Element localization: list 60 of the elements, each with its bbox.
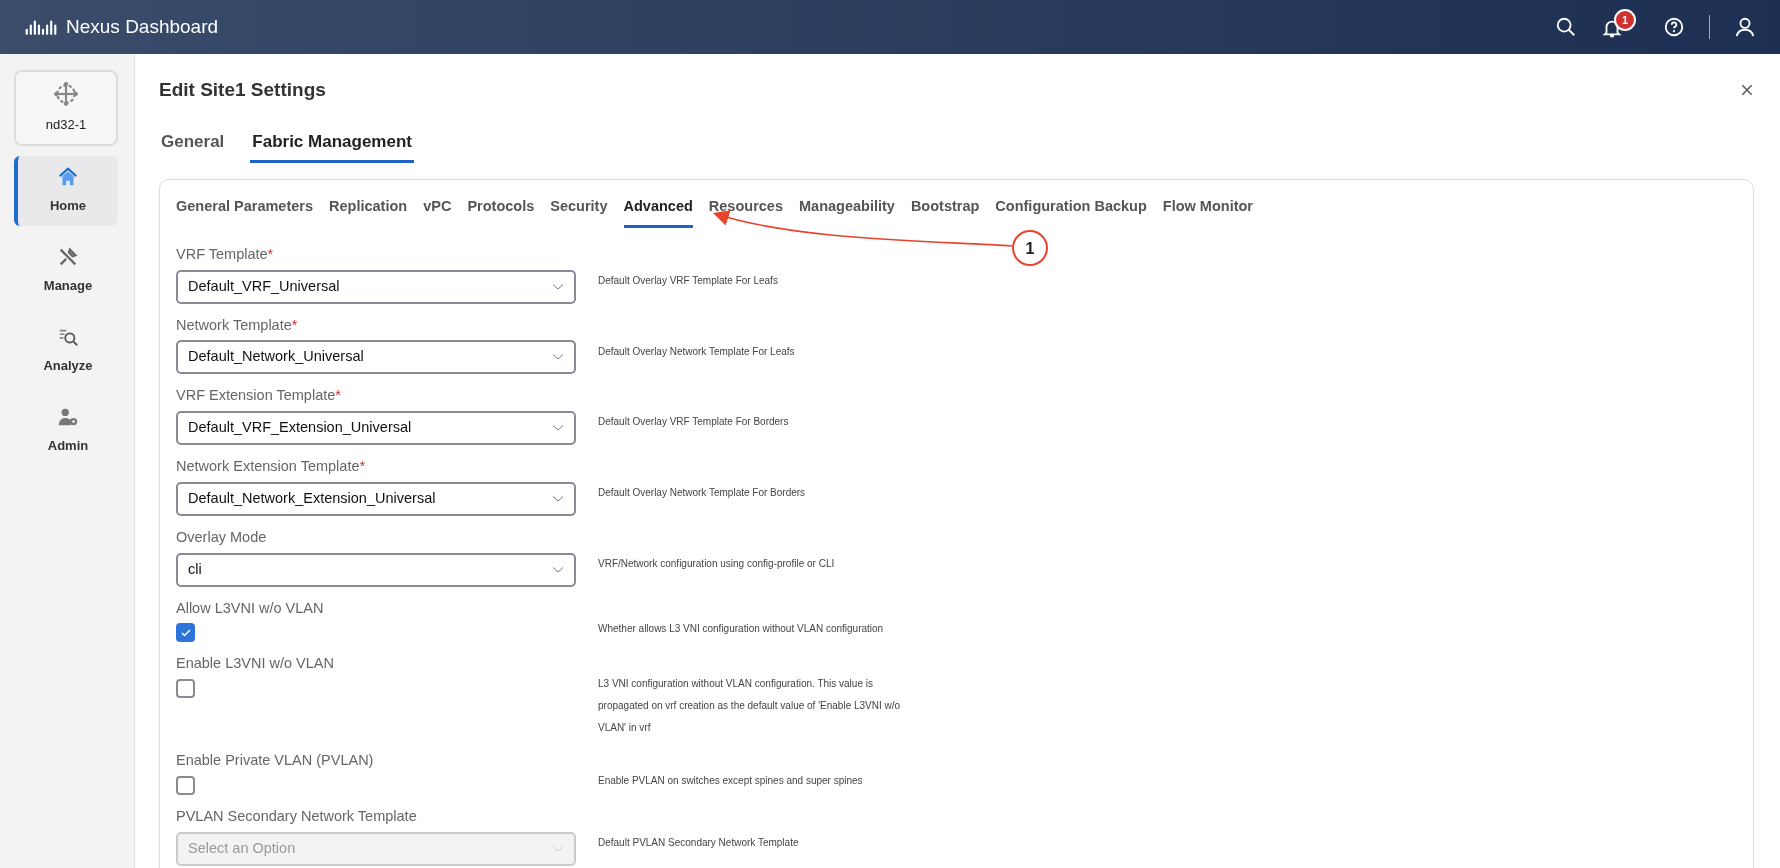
tab[interactable]: vPC: [423, 196, 452, 228]
tab[interactable]: Advanced: [623, 196, 693, 228]
help-text: VRF/Network configuration using config-profile or CLI: [598, 556, 836, 571]
help-text: Default Overlay VRF Template For Leafs: [598, 273, 779, 288]
help-text: Enable PVLAN on switches except spines and super spines: [598, 774, 864, 789]
help-text: Default PVLAN Secondary Network Template: [598, 836, 800, 850]
tab[interactable]: Bootstrap: [910, 196, 980, 228]
tab[interactable]: Manageability: [799, 196, 895, 228]
help-text: Whether allows L3 VNI configuration without VLAN configuration: [598, 621, 885, 636]
select-field[interactable]: Default_VRF_Universal: [176, 269, 576, 304]
help-text: L3 VNI configuration without VLAN configuration. This value is propagated on vrf creation as the default value of 'Enable L3VNI w/o VLAN' in vrf: [598, 677, 902, 736]
tab[interactable]: General Parameters: [176, 196, 314, 228]
help-text: Default Overlay Network Template For Leafs: [598, 344, 796, 359]
field-label: VRF Extension Template*: [176, 386, 342, 406]
user-icon[interactable]: [1734, 16, 1756, 38]
tab[interactable]: Protocols: [467, 196, 535, 228]
product-name: Nexus Dashboard: [66, 14, 219, 39]
checkbox[interactable]: [176, 776, 195, 795]
select-field[interactable]: cli: [176, 552, 576, 587]
checkbox[interactable]: [176, 623, 195, 643]
tab[interactable]: Fabric Management: [250, 128, 414, 163]
callout-marker: 1: [1012, 230, 1048, 266]
check-icon: [179, 626, 192, 639]
sidebar-item[interactable]: Admin: [14, 396, 118, 466]
field-label: Network Extension Template*: [176, 457, 367, 476]
chevron-icon: [552, 844, 564, 853]
chevron-icon: [552, 353, 564, 362]
tab[interactable]: Flow Monitor: [1162, 196, 1253, 228]
search-icon[interactable]: [1555, 16, 1577, 38]
help-icon[interactable]: [1663, 16, 1685, 38]
help-text: Default Overlay VRF Template For Borders: [598, 415, 790, 430]
sidebar-item[interactable]: Manage: [14, 236, 118, 306]
sidebar-item[interactable]: Home: [14, 156, 118, 226]
site-card[interactable]: nd32-1: [14, 70, 118, 146]
tab[interactable]: Resources: [708, 196, 783, 228]
field-label: Allow L3VNI w/o VLAN: [176, 598, 325, 618]
chevron-icon: [552, 424, 564, 432]
help-text: Default Overlay Network Template For Borders: [598, 486, 807, 500]
tab[interactable]: General: [159, 128, 227, 163]
tab[interactable]: Replication: [329, 196, 408, 228]
field-label: VRF Template*: [176, 244, 275, 264]
field-label: Network Template*: [176, 315, 299, 335]
select-field[interactable]: Default_Network_Universal: [176, 340, 576, 375]
field-label: Enable L3VNI w/o VLAN: [176, 654, 335, 674]
field-label: Overlay Mode: [176, 527, 268, 547]
tab[interactable]: Security: [550, 196, 608, 228]
dialog-title: Edit Site1 Settings: [159, 78, 326, 102]
chevron-icon: [552, 282, 564, 291]
close-icon[interactable]: [1740, 83, 1754, 98]
sidebar-item[interactable]: Analyze: [14, 316, 118, 386]
site-name: nd32-1: [45, 116, 87, 135]
select-field[interactable]: Default_Network_Extension_Universal: [176, 481, 576, 516]
field-label: Enable Private VLAN (PVLAN): [176, 751, 375, 771]
chevron-icon: [552, 565, 564, 574]
checkbox[interactable]: [176, 679, 195, 698]
chevron-icon: [552, 494, 564, 503]
select-field[interactable]: Default_VRF_Extension_Universal: [176, 411, 576, 445]
notification-badge: 1: [1614, 9, 1636, 31]
tab[interactable]: Configuration Backup: [995, 196, 1147, 228]
field-label: PVLAN Secondary Network Template: [176, 807, 418, 826]
